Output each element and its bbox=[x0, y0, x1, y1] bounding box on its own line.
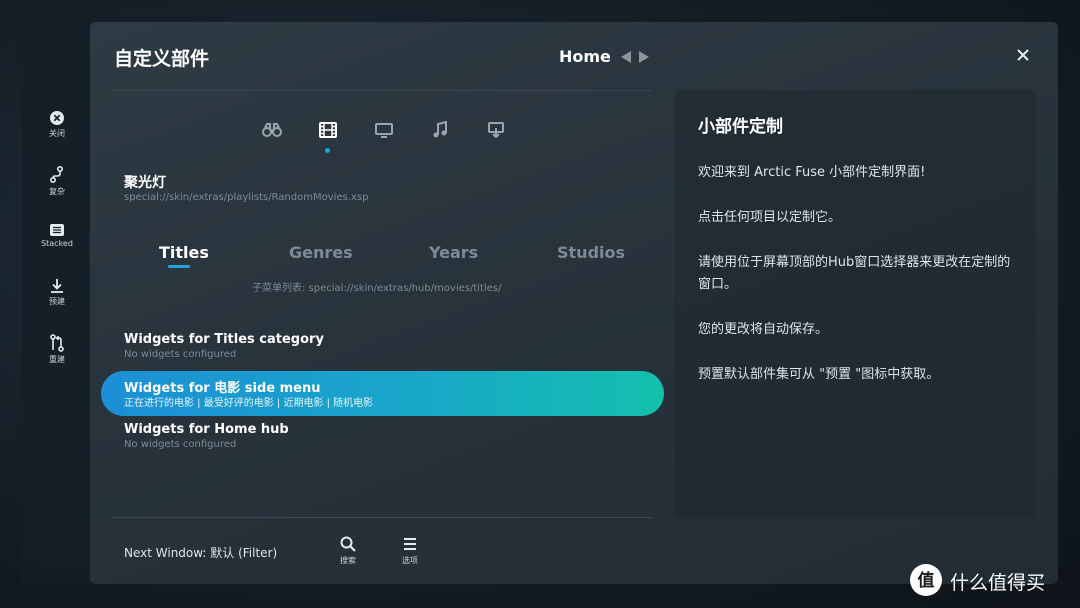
rail-stacked-button[interactable]: Stacked bbox=[22, 223, 92, 248]
options-label: 选项 bbox=[402, 556, 418, 565]
active-category-indicator bbox=[325, 148, 330, 153]
list-item[interactable]: Widgets for Titles category No widgets c… bbox=[124, 332, 324, 360]
hub-selector[interactable]: Home bbox=[559, 47, 611, 66]
left-rail: 关闭 复杂 Stacked 预建 重建 bbox=[22, 22, 92, 584]
arrow-left-icon[interactable] bbox=[621, 51, 631, 63]
download-icon bbox=[51, 279, 63, 293]
search-button[interactable]: 搜索 bbox=[328, 535, 368, 566]
info-panel: 小部件定制 欢迎来到 Arctic Fuse 小部件定制界面! 点击任何项目以定… bbox=[675, 90, 1036, 518]
rail-close-label: 关闭 bbox=[49, 129, 65, 138]
svg-text:值: 值 bbox=[918, 570, 935, 591]
info-body: 欢迎来到 Arctic Fuse 小部件定制界面! 点击任何项目以定制它。 请使… bbox=[698, 162, 1018, 409]
menu-icon bbox=[404, 538, 416, 550]
watermark-text: 什么值得买 bbox=[950, 572, 1046, 594]
tab-genres[interactable]: Genres bbox=[289, 243, 353, 262]
rail-complex-label: 复杂 bbox=[49, 187, 65, 196]
options-button[interactable]: 选项 bbox=[390, 535, 430, 566]
list-item-selected[interactable]: Widgets for 电影 side menu 正在进行的电影 | 最受好评的… bbox=[101, 371, 664, 416]
info-paragraph: 欢迎来到 Arctic Fuse 小部件定制界面! bbox=[698, 165, 926, 180]
branch-icon bbox=[49, 166, 63, 184]
addon-icon[interactable] bbox=[484, 118, 508, 142]
tv-icon[interactable] bbox=[372, 118, 396, 142]
active-tab-indicator bbox=[168, 265, 190, 268]
rebuild-icon bbox=[50, 334, 64, 352]
rail-stacked-label: Stacked bbox=[41, 239, 73, 248]
rail-rebuild-button[interactable]: 重建 bbox=[22, 334, 92, 365]
tab-years[interactable]: Years bbox=[429, 243, 478, 262]
brand-logo-icon: 值 bbox=[911, 565, 941, 595]
rail-complex-button[interactable]: 复杂 bbox=[22, 166, 92, 197]
search-label: 搜索 bbox=[340, 556, 356, 565]
search-icon bbox=[340, 536, 356, 552]
rail-close-button[interactable]: 关闭 bbox=[22, 110, 92, 139]
widget-subtitle: 正在进行的电影 | 最受好评的电影 | 近期电影 | 随机电影 bbox=[124, 398, 374, 409]
close-circle-icon bbox=[50, 111, 64, 125]
widget-subtitle: No widgets configured bbox=[124, 349, 237, 360]
info-paragraph: 您的更改将自动保存。 bbox=[698, 322, 829, 337]
arrow-right-icon[interactable] bbox=[639, 51, 649, 63]
film-icon[interactable] bbox=[316, 118, 340, 142]
watermark-logo: 值 bbox=[910, 564, 942, 596]
music-icon[interactable] bbox=[428, 118, 452, 142]
spotlight-path: special://skin/extras/playlists/RandomMo… bbox=[124, 192, 369, 203]
rail-prebuilt-label: 预建 bbox=[49, 297, 65, 306]
info-paragraph: 点击任何项目以定制它。 bbox=[698, 210, 842, 225]
list-icon bbox=[50, 224, 64, 236]
rail-prebuilt-button[interactable]: 预建 bbox=[22, 278, 92, 307]
spotlight-title[interactable]: 聚光灯 bbox=[124, 172, 166, 192]
submenu-path: 子菜单列表: special://skin/extras/hub/movies/… bbox=[252, 283, 502, 294]
list-item[interactable]: Widgets for Home hub No widgets configur… bbox=[124, 422, 289, 450]
dialog-title: 自定义部件 bbox=[114, 48, 210, 70]
tab-titles[interactable]: Titles bbox=[159, 243, 209, 262]
widget-title: Widgets for Titles category bbox=[124, 332, 324, 347]
divider bbox=[112, 90, 652, 91]
rail-rebuild-label: 重建 bbox=[49, 355, 65, 364]
info-title: 小部件定制 bbox=[698, 117, 783, 137]
category-bar bbox=[250, 118, 530, 158]
binoculars-icon[interactable] bbox=[260, 118, 284, 142]
hub-arrows bbox=[621, 51, 649, 63]
next-window-button[interactable]: Next Window: 默认 (Filter) bbox=[124, 544, 277, 561]
widget-subtitle: No widgets configured bbox=[124, 439, 237, 450]
close-icon[interactable] bbox=[1014, 46, 1032, 64]
info-paragraph: 请使用位于屏幕顶部的Hub窗口选择器来更改在定制的窗口。 bbox=[698, 255, 1011, 292]
widget-customize-dialog: 自定义部件 Home 聚光灯 special://skin/extras/pla… bbox=[90, 22, 1058, 584]
tab-studios[interactable]: Studios bbox=[557, 243, 625, 262]
info-paragraph: 预置默认部件集可从 "预置 "图标中获取。 bbox=[698, 367, 940, 382]
widget-title: Widgets for Home hub bbox=[124, 422, 289, 437]
divider bbox=[112, 517, 652, 518]
